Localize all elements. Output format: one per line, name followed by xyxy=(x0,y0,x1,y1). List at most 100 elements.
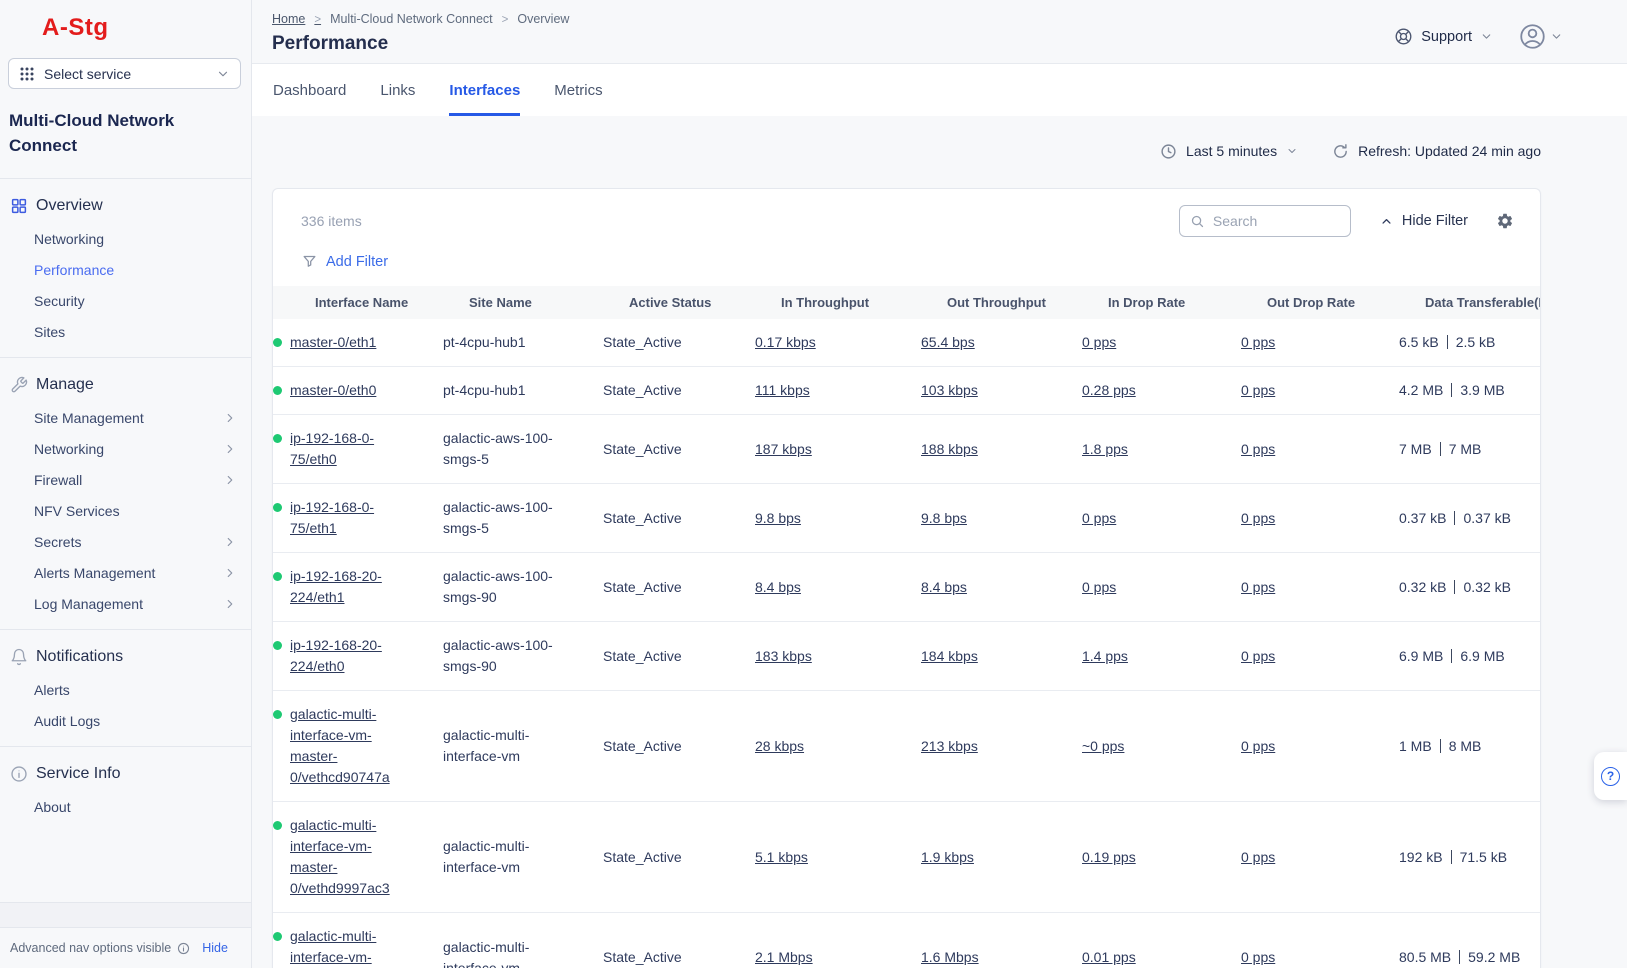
interface-name-link[interactable]: master-0/eth0 xyxy=(290,380,376,401)
breadcrumb-item[interactable]: Multi-Cloud Network Connect xyxy=(330,12,517,26)
time-range-select[interactable]: Last 5 minutes xyxy=(1160,143,1298,160)
user-menu[interactable] xyxy=(1519,23,1563,50)
column-header[interactable]: Out Drop Rate xyxy=(1267,295,1425,310)
tab[interactable]: Metrics xyxy=(554,64,602,116)
interface-name-link[interactable]: ip-192-168-20-224/eth0 xyxy=(290,635,412,677)
table-row[interactable]: galactic-multi-interface-vm-master-0/vet… xyxy=(273,690,1540,801)
column-header[interactable]: In Throughput xyxy=(781,295,947,310)
out-throughput-link[interactable]: 1.6 Mbps xyxy=(921,949,979,965)
sidebar-nav-item[interactable]: Security xyxy=(0,285,251,316)
out-drop-rate-link[interactable]: 0 pps xyxy=(1241,579,1275,595)
interface-name-link[interactable]: ip-192-168-20-224/eth1 xyxy=(290,566,412,608)
table-row[interactable]: master-0/eth0 pt-4cpu-hub1 State_Active … xyxy=(273,366,1540,414)
out-throughput-link[interactable]: 184 kbps xyxy=(921,648,978,664)
column-header[interactable]: In Drop Rate xyxy=(1108,295,1267,310)
search-input[interactable] xyxy=(1213,213,1323,229)
breadcrumb-item[interactable]: Overview xyxy=(517,12,569,26)
sidebar-nav-item[interactable]: Performance xyxy=(0,254,251,285)
out-throughput-link[interactable]: 103 kbps xyxy=(921,382,978,398)
value-divider xyxy=(1440,739,1441,753)
in-drop-rate-link[interactable]: 1.8 pps xyxy=(1082,441,1128,457)
in-drop-rate-link[interactable]: 1.4 pps xyxy=(1082,648,1128,664)
table-row[interactable]: galactic-multi-interface-vm-master-0/eth… xyxy=(273,912,1540,968)
sidebar-nav-item[interactable]: Site Management xyxy=(0,402,251,433)
table-row[interactable]: ip-192-168-0-75/eth0 galactic-aws-100-sm… xyxy=(273,414,1540,483)
sidebar-nav-item[interactable]: Alerts Management xyxy=(0,557,251,588)
nav-section-notifications-header[interactable]: Notifications xyxy=(0,644,251,670)
interface-name-link[interactable]: galactic-multi-interface-vm-master-0/eth… xyxy=(290,926,412,968)
interface-name-link[interactable]: galactic-multi-interface-vm-master-0/vet… xyxy=(290,815,412,899)
service-selector[interactable]: Select service xyxy=(8,58,241,89)
out-drop-rate-link[interactable]: 0 pps xyxy=(1241,334,1275,350)
in-drop-rate-link[interactable]: ~0 pps xyxy=(1082,738,1124,754)
hide-advanced-nav-link[interactable]: Hide xyxy=(202,941,228,955)
in-drop-rate-link[interactable]: 0 pps xyxy=(1082,334,1116,350)
out-drop-rate-link[interactable]: 0 pps xyxy=(1241,738,1275,754)
out-throughput-link[interactable]: 188 kbps xyxy=(921,441,978,457)
out-drop-rate-link[interactable]: 0 pps xyxy=(1241,441,1275,457)
out-throughput-link[interactable]: 1.9 kbps xyxy=(921,849,974,865)
column-header[interactable]: Interface Name xyxy=(299,295,469,310)
sidebar-nav-item[interactable]: Firewall xyxy=(0,464,251,495)
out-throughput-link[interactable]: 65.4 bps xyxy=(921,334,975,350)
sidebar-nav-item[interactable]: Sites xyxy=(0,316,251,347)
sidebar-nav-item[interactable]: Secrets xyxy=(0,526,251,557)
sidebar-nav-item[interactable]: About xyxy=(0,791,251,822)
breadcrumb-item[interactable]: Home xyxy=(272,12,330,26)
out-drop-rate-link[interactable]: 0 pps xyxy=(1241,510,1275,526)
nav-section-overview-header[interactable]: Overview xyxy=(0,193,251,219)
search-box[interactable] xyxy=(1179,205,1351,237)
out-drop-rate-link[interactable]: 0 pps xyxy=(1241,849,1275,865)
tab[interactable]: Interfaces xyxy=(449,64,520,116)
sidebar-nav-item[interactable]: Log Management xyxy=(0,588,251,619)
column-header[interactable]: Site Name xyxy=(469,295,629,310)
in-drop-rate-link[interactable]: 0 pps xyxy=(1082,510,1116,526)
sidebar-nav-item[interactable]: Alerts xyxy=(0,674,251,705)
table-row[interactable]: ip-192-168-20-224/eth1 galactic-aws-100-… xyxy=(273,552,1540,621)
tab[interactable]: Links xyxy=(380,64,415,116)
interface-name-link[interactable]: master-0/eth1 xyxy=(290,332,376,353)
in-drop-rate-link[interactable]: 0 pps xyxy=(1082,579,1116,595)
refresh-control[interactable]: Refresh: Updated 24 min ago xyxy=(1332,143,1541,160)
out-throughput-link[interactable]: 213 kbps xyxy=(921,738,978,754)
in-throughput-link[interactable]: 111 kbps xyxy=(755,382,810,398)
sidebar-nav-item[interactable]: Networking xyxy=(0,433,251,464)
in-throughput-link[interactable]: 187 kbps xyxy=(755,441,812,457)
hide-filter-button[interactable]: Hide Filter xyxy=(1379,213,1468,229)
in-drop-rate-link[interactable]: 0.01 pps xyxy=(1082,949,1136,965)
nav-section-service-info-header[interactable]: Service Info xyxy=(0,761,251,787)
out-throughput-link[interactable]: 9.8 bps xyxy=(921,510,967,526)
table-row[interactable]: ip-192-168-0-75/eth1 galactic-aws-100-sm… xyxy=(273,483,1540,552)
table-row[interactable]: ip-192-168-20-224/eth0 galactic-aws-100-… xyxy=(273,621,1540,690)
out-drop-rate-link[interactable]: 0 pps xyxy=(1241,648,1275,664)
out-drop-rate-link[interactable]: 0 pps xyxy=(1241,949,1275,965)
interface-name-link[interactable]: ip-192-168-0-75/eth0 xyxy=(290,428,412,470)
table-row[interactable]: galactic-multi-interface-vm-master-0/vet… xyxy=(273,801,1540,912)
interface-name-link[interactable]: ip-192-168-0-75/eth1 xyxy=(290,497,412,539)
column-header[interactable]: Data Transferable(In xyxy=(1425,295,1540,310)
support-menu[interactable]: Support xyxy=(1394,27,1493,46)
column-header[interactable]: Active Status xyxy=(629,295,781,310)
add-filter-button[interactable]: Add Filter xyxy=(273,237,1540,270)
in-throughput-link[interactable]: 5.1 kbps xyxy=(755,849,808,865)
out-drop-rate-link[interactable]: 0 pps xyxy=(1241,382,1275,398)
help-button[interactable]: ? xyxy=(1594,752,1627,800)
in-drop-rate-link[interactable]: 0.28 pps xyxy=(1082,382,1136,398)
tab[interactable]: Dashboard xyxy=(273,64,346,116)
table-row[interactable]: master-0/eth1 pt-4cpu-hub1 State_Active … xyxy=(273,319,1540,366)
in-throughput-link[interactable]: 2.1 Mbps xyxy=(755,949,813,965)
in-throughput-link[interactable]: 0.17 kbps xyxy=(755,334,816,350)
in-throughput-link[interactable]: 9.8 bps xyxy=(755,510,801,526)
in-drop-rate-link[interactable]: 0.19 pps xyxy=(1082,849,1136,865)
in-throughput-link[interactable]: 183 kbps xyxy=(755,648,812,664)
column-header[interactable]: Out Throughput xyxy=(947,295,1108,310)
sidebar-nav-item[interactable]: Audit Logs xyxy=(0,705,251,736)
sidebar-nav-item[interactable]: Networking xyxy=(0,223,251,254)
nav-section-manage-header[interactable]: Manage xyxy=(0,372,251,398)
sidebar-nav-item[interactable]: NFV Services xyxy=(0,495,251,526)
gear-icon[interactable] xyxy=(1496,212,1514,230)
out-throughput-link[interactable]: 8.4 bps xyxy=(921,579,967,595)
interface-name-link[interactable]: galactic-multi-interface-vm-master-0/vet… xyxy=(290,704,412,788)
in-throughput-link[interactable]: 8.4 bps xyxy=(755,579,801,595)
in-throughput-link[interactable]: 28 kbps xyxy=(755,738,804,754)
